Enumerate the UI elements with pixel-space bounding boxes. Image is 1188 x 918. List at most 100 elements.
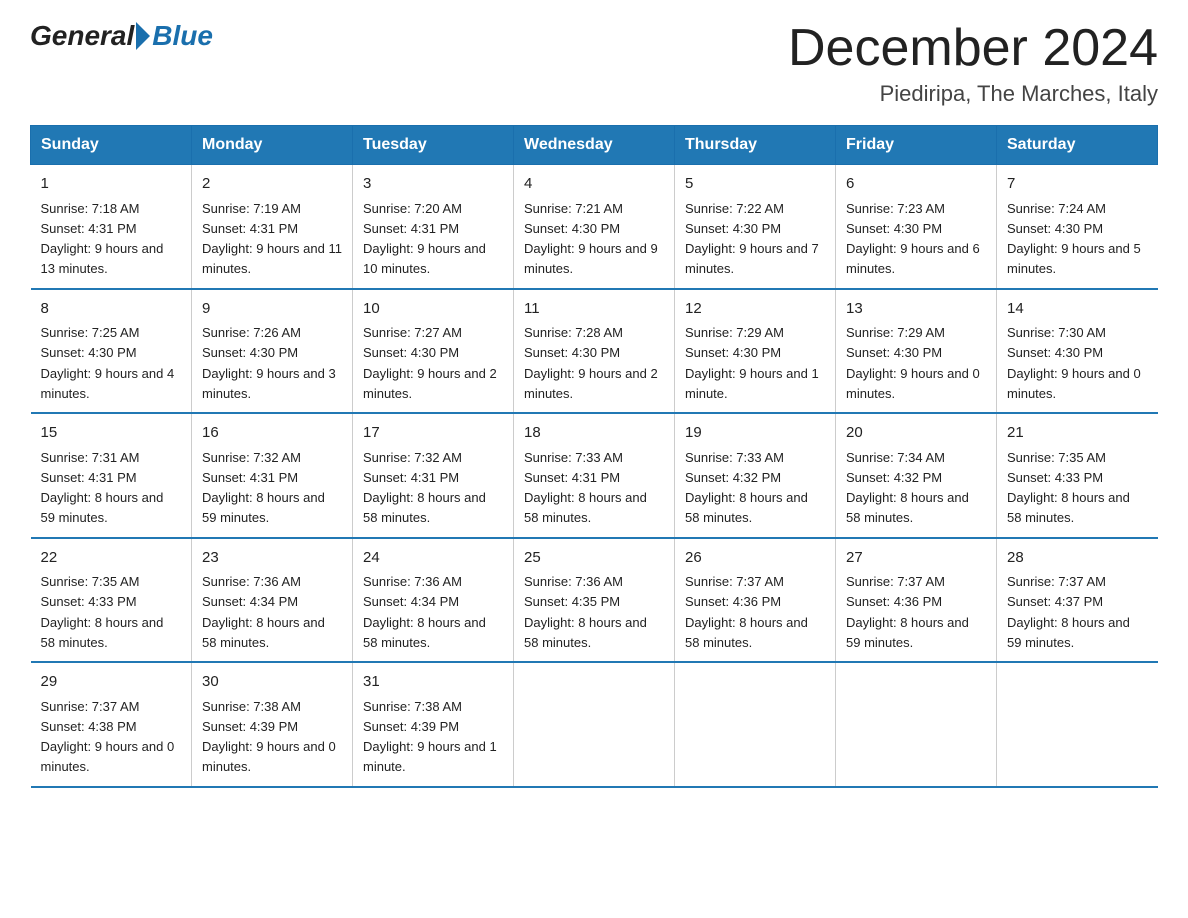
day-info: Sunrise: 7:35 AMSunset: 4:33 PMDaylight:… [1007, 450, 1130, 526]
day-number: 29 [41, 671, 182, 694]
calendar-cell: 14Sunrise: 7:30 AMSunset: 4:30 PMDayligh… [997, 289, 1158, 414]
calendar-cell: 5 Sunrise: 7:22 AMSunset: 4:30 PMDaylight… [675, 165, 836, 289]
day-number: 12 [685, 298, 825, 321]
day-info: Sunrise: 7:26 AMSunset: 4:30 PMDaylight:… [202, 325, 336, 401]
calendar-cell [997, 662, 1158, 787]
day-info: Sunrise: 7:29 AMSunset: 4:30 PMDaylight:… [685, 325, 819, 401]
day-number: 23 [202, 547, 342, 570]
day-number: 31 [363, 671, 503, 694]
day-number: 8 [41, 298, 182, 321]
calendar-cell: 23 Sunrise: 7:36 AMSunset: 4:34 PMDayligh… [192, 538, 353, 663]
calendar-cell: 3 Sunrise: 7:20 AMSunset: 4:31 PMDaylight… [353, 165, 514, 289]
day-number: 11 [524, 298, 664, 321]
header-friday: Friday [836, 126, 997, 165]
day-info: Sunrise: 7:32 AMSunset: 4:31 PMDaylight:… [363, 450, 486, 526]
header-saturday: Saturday [997, 126, 1158, 165]
calendar-cell: 28 Sunrise: 7:37 AMSunset: 4:37 PMDayligh… [997, 538, 1158, 663]
day-number: 30 [202, 671, 342, 694]
day-number: 13 [846, 298, 986, 321]
logo-area: General Blue [30, 20, 213, 52]
calendar-cell: 1 Sunrise: 7:18 AMSunset: 4:31 PMDaylight… [31, 165, 192, 289]
calendar-cell: 22 Sunrise: 7:35 AMSunset: 4:33 PMDayligh… [31, 538, 192, 663]
header-thursday: Thursday [675, 126, 836, 165]
calendar-cell: 30 Sunrise: 7:38 AMSunset: 4:39 PMDayligh… [192, 662, 353, 787]
day-number: 24 [363, 547, 503, 570]
calendar-cell: 2Sunrise: 7:19 AMSunset: 4:31 PMDaylight… [192, 165, 353, 289]
calendar-cell: 8 Sunrise: 7:25 AMSunset: 4:30 PMDaylight… [31, 289, 192, 414]
day-number: 28 [1007, 547, 1148, 570]
calendar-cell: 18 Sunrise: 7:33 AMSunset: 4:31 PMDayligh… [514, 413, 675, 538]
day-number: 21 [1007, 422, 1148, 445]
day-info: Sunrise: 7:33 AMSunset: 4:31 PMDaylight:… [524, 450, 647, 526]
week-row-4: 22 Sunrise: 7:35 AMSunset: 4:33 PMDayligh… [31, 538, 1158, 663]
day-number: 4 [524, 173, 664, 196]
calendar-cell: 10 Sunrise: 7:27 AMSunset: 4:30 PMDayligh… [353, 289, 514, 414]
day-info: Sunrise: 7:20 AMSunset: 4:31 PMDaylight:… [363, 201, 486, 277]
day-number: 22 [41, 547, 182, 570]
day-info: Sunrise: 7:24 AMSunset: 4:30 PMDaylight:… [1007, 201, 1141, 277]
week-row-1: 1 Sunrise: 7:18 AMSunset: 4:31 PMDaylight… [31, 165, 1158, 289]
day-number: 10 [363, 298, 503, 321]
day-number: 3 [363, 173, 503, 196]
day-number: 26 [685, 547, 825, 570]
day-number: 19 [685, 422, 825, 445]
calendar-cell: 26 Sunrise: 7:37 AMSunset: 4:36 PMDayligh… [675, 538, 836, 663]
day-info: Sunrise: 7:35 AMSunset: 4:33 PMDaylight:… [41, 574, 164, 650]
day-info: Sunrise: 7:33 AMSunset: 4:32 PMDaylight:… [685, 450, 808, 526]
calendar-cell: 16 Sunrise: 7:32 AMSunset: 4:31 PMDayligh… [192, 413, 353, 538]
logo-blue-text: Blue [152, 20, 213, 52]
day-number: 20 [846, 422, 986, 445]
day-info: Sunrise: 7:32 AMSunset: 4:31 PMDaylight:… [202, 450, 325, 526]
month-title: December 2024 [788, 20, 1158, 77]
day-info: Sunrise: 7:25 AMSunset: 4:30 PMDaylight:… [41, 325, 175, 401]
logo-arrow-icon [136, 22, 150, 50]
day-info: Sunrise: 7:38 AMSunset: 4:39 PMDaylight:… [363, 699, 497, 775]
day-number: 9 [202, 298, 342, 321]
calendar-cell: 12 Sunrise: 7:29 AMSunset: 4:30 PMDayligh… [675, 289, 836, 414]
header-monday: Monday [192, 126, 353, 165]
day-info: Sunrise: 7:29 AMSunset: 4:30 PMDaylight:… [846, 325, 980, 401]
calendar-cell: 25 Sunrise: 7:36 AMSunset: 4:35 PMDayligh… [514, 538, 675, 663]
calendar-cell [675, 662, 836, 787]
calendar-cell: 21 Sunrise: 7:35 AMSunset: 4:33 PMDayligh… [997, 413, 1158, 538]
day-number: 16 [202, 422, 342, 445]
header-tuesday: Tuesday [353, 126, 514, 165]
day-number: 7 [1007, 173, 1148, 196]
day-info: Sunrise: 7:27 AMSunset: 4:30 PMDaylight:… [363, 325, 497, 401]
day-number: 25 [524, 547, 664, 570]
calendar-cell: 19 Sunrise: 7:33 AMSunset: 4:32 PMDayligh… [675, 413, 836, 538]
day-number: 27 [846, 547, 986, 570]
day-info: Sunrise: 7:21 AMSunset: 4:30 PMDaylight:… [524, 201, 658, 277]
day-info: Sunrise: 7:34 AMSunset: 4:32 PMDaylight:… [846, 450, 969, 526]
day-number: 1 [41, 173, 182, 196]
day-info: Sunrise: 7:37 AMSunset: 4:36 PMDaylight:… [685, 574, 808, 650]
day-info: Sunrise: 7:19 AMSunset: 4:31 PMDaylight:… [202, 201, 342, 277]
day-info: Sunrise: 7:36 AMSunset: 4:34 PMDaylight:… [202, 574, 325, 650]
calendar-cell: 31 Sunrise: 7:38 AMSunset: 4:39 PMDayligh… [353, 662, 514, 787]
calendar-cell: 4 Sunrise: 7:21 AMSunset: 4:30 PMDaylight… [514, 165, 675, 289]
calendar-cell: 15Sunrise: 7:31 AMSunset: 4:31 PMDayligh… [31, 413, 192, 538]
calendar-cell: 24 Sunrise: 7:36 AMSunset: 4:34 PMDayligh… [353, 538, 514, 663]
calendar-cell: 7 Sunrise: 7:24 AMSunset: 4:30 PMDaylight… [997, 165, 1158, 289]
day-number: 18 [524, 422, 664, 445]
header-sunday: Sunday [31, 126, 192, 165]
calendar-header-row: SundayMondayTuesdayWednesdayThursdayFrid… [31, 126, 1158, 165]
day-number: 5 [685, 173, 825, 196]
calendar-cell: 29 Sunrise: 7:37 AMSunset: 4:38 PMDayligh… [31, 662, 192, 787]
week-row-3: 15Sunrise: 7:31 AMSunset: 4:31 PMDayligh… [31, 413, 1158, 538]
day-info: Sunrise: 7:37 AMSunset: 4:38 PMDaylight:… [41, 699, 175, 775]
location-title: Piediripa, The Marches, Italy [788, 81, 1158, 107]
calendar-cell [514, 662, 675, 787]
logo-general-text: General [30, 20, 134, 52]
day-info: Sunrise: 7:37 AMSunset: 4:37 PMDaylight:… [1007, 574, 1130, 650]
day-info: Sunrise: 7:18 AMSunset: 4:31 PMDaylight:… [41, 201, 164, 277]
day-number: 15 [41, 422, 182, 445]
day-info: Sunrise: 7:36 AMSunset: 4:35 PMDaylight:… [524, 574, 647, 650]
day-info: Sunrise: 7:36 AMSunset: 4:34 PMDaylight:… [363, 574, 486, 650]
day-info: Sunrise: 7:38 AMSunset: 4:39 PMDaylight:… [202, 699, 336, 775]
day-info: Sunrise: 7:28 AMSunset: 4:30 PMDaylight:… [524, 325, 658, 401]
day-number: 6 [846, 173, 986, 196]
calendar-cell [836, 662, 997, 787]
day-number: 14 [1007, 298, 1148, 321]
day-info: Sunrise: 7:22 AMSunset: 4:30 PMDaylight:… [685, 201, 819, 277]
